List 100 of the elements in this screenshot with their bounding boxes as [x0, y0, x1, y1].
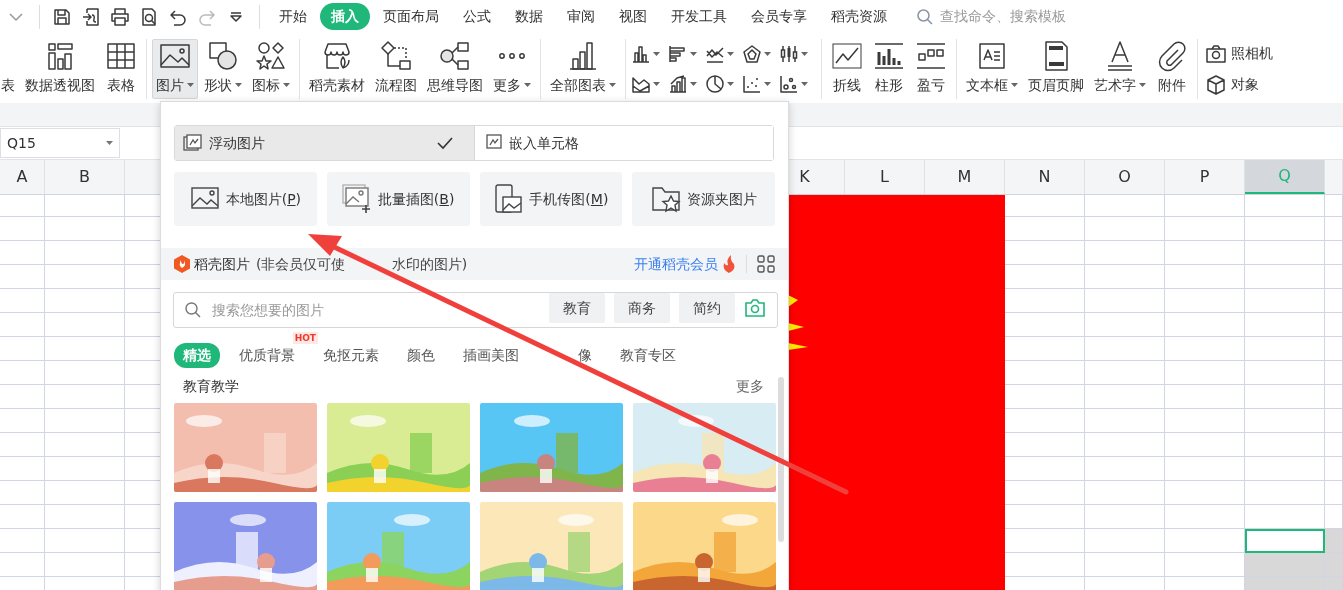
table-cell[interactable]	[1325, 337, 1343, 361]
table-cell[interactable]	[1085, 217, 1165, 241]
tag-button[interactable]: 教育	[549, 293, 605, 323]
category-tab[interactable]: 优质背景	[230, 343, 304, 368]
ribbon-button[interactable]: 表格	[101, 39, 141, 99]
table-cell[interactable]	[0, 553, 45, 577]
table-cell[interactable]	[1245, 265, 1325, 289]
table-cell[interactable]	[1165, 385, 1245, 409]
category-tab[interactable]: 插画美图	[454, 343, 528, 368]
source-button[interactable]: 批量插图(B)	[326, 172, 470, 226]
table-cell[interactable]	[1085, 385, 1165, 409]
ribbon-button[interactable]: 对象	[1203, 73, 1275, 96]
table-cell[interactable]	[0, 337, 45, 361]
ribbon-button[interactable]: 稻壳素材	[305, 39, 369, 99]
scrollbar-thumb[interactable]	[778, 377, 784, 542]
ribbon-tab[interactable]: 数据	[504, 3, 554, 30]
table-cell[interactable]	[1085, 241, 1165, 265]
table-cell[interactable]	[1165, 505, 1245, 529]
table-cell[interactable]	[0, 409, 45, 433]
table-cell[interactable]	[1165, 409, 1245, 433]
table-cell[interactable]	[1245, 457, 1325, 481]
table-cell[interactable]	[45, 529, 125, 553]
active-cell[interactable]	[1245, 529, 1325, 553]
mode-option[interactable]: 浮动图片	[175, 126, 474, 160]
search-field[interactable]: 查找命令、搜索模板	[938, 5, 1138, 28]
table-cell[interactable]	[0, 457, 45, 481]
column-header[interactable]: L	[845, 160, 925, 194]
table-cell[interactable]	[1165, 313, 1245, 337]
table-cell[interactable]	[45, 409, 125, 433]
table-cell[interactable]	[1325, 361, 1343, 385]
ribbon-tab[interactable]: 视图	[608, 3, 658, 30]
table-cell[interactable]	[1085, 433, 1165, 457]
membership-link[interactable]: 开通稻壳会员	[634, 253, 718, 275]
category-tab[interactable]: 教育专区	[610, 343, 685, 368]
table-cell[interactable]	[45, 361, 125, 385]
selected-cell[interactable]	[1245, 553, 1325, 577]
table-cell[interactable]	[1165, 457, 1245, 481]
table-cell[interactable]	[1085, 553, 1165, 577]
table-cell[interactable]	[0, 529, 45, 553]
column-header[interactable]: N	[1005, 160, 1085, 194]
column-header[interactable]: O	[1085, 160, 1165, 194]
mode-option[interactable]: 嵌入单元格	[473, 126, 773, 160]
table-cell[interactable]	[1165, 265, 1245, 289]
table-cell[interactable]	[0, 313, 45, 337]
table-cell[interactable]	[45, 241, 125, 265]
column-header[interactable]: A	[0, 160, 45, 194]
source-button[interactable]: 手机传图(M)	[479, 172, 623, 226]
ribbon-tab[interactable]: 稻壳资源	[820, 3, 898, 30]
ribbon-button[interactable]: 更多	[489, 39, 535, 99]
table-cell[interactable]	[45, 217, 125, 241]
ribbon-button[interactable]: 表	[0, 39, 19, 99]
table-cell[interactable]	[1165, 241, 1245, 265]
ribbon-tab[interactable]: 会员专享	[740, 3, 818, 30]
table-cell[interactable]	[45, 553, 125, 577]
table-cell[interactable]	[1245, 409, 1325, 433]
column-header[interactable]: B	[45, 160, 125, 194]
table-cell[interactable]	[0, 265, 45, 289]
table-cell[interactable]	[1325, 265, 1343, 289]
table-cell[interactable]	[1245, 241, 1325, 265]
table-cell[interactable]	[1245, 195, 1325, 217]
table-cell[interactable]	[1085, 505, 1165, 529]
ribbon-tab[interactable]: 开始	[268, 3, 318, 30]
table-cell[interactable]	[1165, 361, 1245, 385]
table-cell[interactable]	[1085, 529, 1165, 553]
ribbon-button[interactable]: 图片	[152, 39, 198, 99]
tag-button[interactable]: 简约	[679, 293, 735, 323]
table-cell[interactable]	[1245, 289, 1325, 313]
ribbon-button[interactable]: 照相机	[1203, 42, 1275, 65]
table-cell[interactable]	[0, 385, 45, 409]
category-tab[interactable]: 免抠元素	[314, 343, 388, 368]
ribbon-tab[interactable]: 公式	[452, 3, 502, 30]
table-cell[interactable]	[0, 361, 45, 385]
selected-cell[interactable]	[1325, 553, 1343, 577]
ribbon-button[interactable]: 全部图表	[546, 39, 620, 99]
name-box[interactable]: Q15	[0, 128, 120, 158]
ribbon-button[interactable]: 形状	[200, 39, 246, 99]
table-cell[interactable]	[45, 481, 125, 505]
table-cell[interactable]	[1325, 457, 1343, 481]
table-cell[interactable]	[1245, 385, 1325, 409]
table-cell[interactable]	[0, 505, 45, 529]
table-cell[interactable]	[45, 337, 125, 361]
table-cell[interactable]	[45, 433, 125, 457]
table-cell[interactable]	[1245, 433, 1325, 457]
table-cell[interactable]	[1325, 385, 1343, 409]
ribbon-button[interactable]: 折线	[827, 39, 867, 99]
table-cell[interactable]	[45, 289, 125, 313]
table-cell[interactable]	[1085, 337, 1165, 361]
table-cell[interactable]	[0, 289, 45, 313]
table-cell[interactable]	[1245, 361, 1325, 385]
ribbon-button[interactable]: 数据透视图	[21, 39, 99, 99]
table-cell[interactable]	[1085, 481, 1165, 505]
table-cell[interactable]	[1165, 433, 1245, 457]
table-cell[interactable]	[1085, 289, 1165, 313]
table-cell[interactable]	[1085, 195, 1165, 217]
table-cell[interactable]	[1325, 409, 1343, 433]
ribbon-button[interactable]: 图标	[248, 39, 294, 99]
table-cell[interactable]	[1085, 265, 1165, 289]
table-cell[interactable]	[1165, 289, 1245, 313]
ribbon-tab[interactable]: 审阅	[556, 3, 606, 30]
ribbon-button[interactable]: 流程图	[371, 39, 421, 99]
